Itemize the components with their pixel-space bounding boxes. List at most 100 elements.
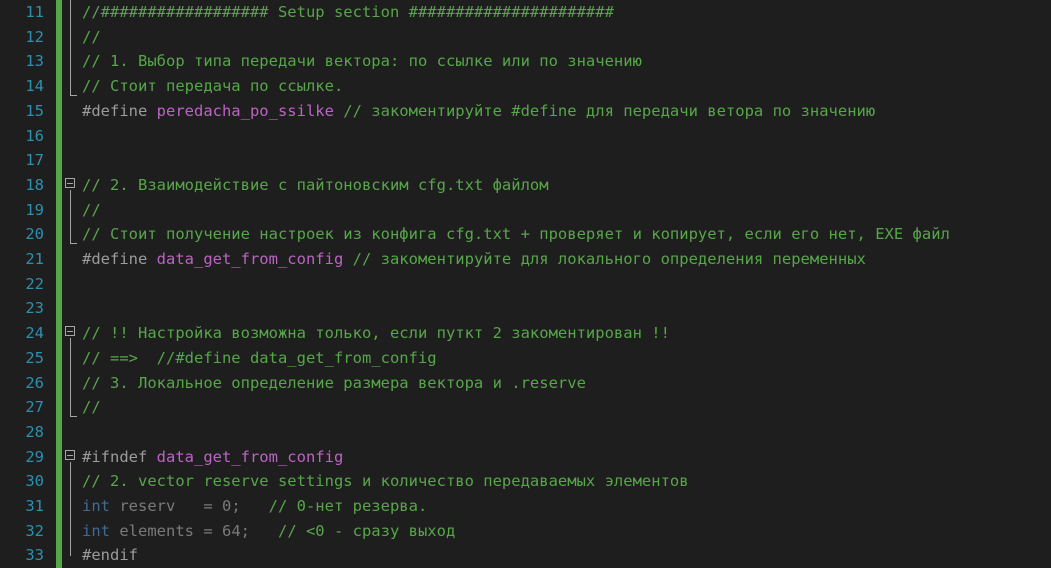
code-line[interactable]: 29 #ifndef data_get_from_config <box>0 445 1051 470</box>
code-text[interactable]: //################## Setup section #####… <box>82 0 614 25</box>
code-token: #endif <box>82 546 138 565</box>
code-line[interactable]: 28 <box>0 420 1051 445</box>
fold-guide-end <box>70 95 77 96</box>
code-text[interactable]: // 3. Локальное определение размера вект… <box>82 371 586 396</box>
code-token: reserv = 0; <box>110 497 269 515</box>
code-text[interactable]: #define data_get_from_config // закомент… <box>82 247 866 272</box>
code-line[interactable]: 17 <box>0 148 1051 173</box>
code-line[interactable]: 16 <box>0 124 1051 149</box>
code-line[interactable]: 25 // ==> //#define data_get_from_config <box>0 346 1051 371</box>
code-token: // Стоит получение настроек из конфига c… <box>82 225 950 244</box>
code-line[interactable]: 21 #define data_get_from_config // закоме… <box>0 247 1051 272</box>
code-text[interactable]: // 1. Выбор типа передачи вектора: по сс… <box>82 49 642 74</box>
line-number: 31 <box>25 497 44 515</box>
code-token: // закоментируйте #define для передачи в… <box>333 101 876 120</box>
code-text[interactable]: // <box>82 395 101 420</box>
line-number: 14 <box>25 77 44 96</box>
code-text[interactable]: // <box>82 198 101 223</box>
code-line[interactable]: 33 #endif <box>0 543 1051 568</box>
code-editor[interactable]: 11 //################## Setup section ###… <box>0 0 1051 568</box>
code-token: // !! Настройка возможна только, если пу… <box>82 324 670 343</box>
code-token: // <box>82 200 101 219</box>
code-token: // <box>82 27 101 46</box>
code-line[interactable]: 20 // Стоит получение настроек из конфига… <box>0 222 1051 247</box>
line-number: 33 <box>25 546 44 565</box>
code-text[interactable]: int elements = 64; // <0 - сразу выход <box>82 519 455 544</box>
line-number: 13 <box>25 52 44 71</box>
line-number: 12 <box>25 27 44 46</box>
code-token: // Стоит передача по ссылке. <box>82 77 344 96</box>
line-number: 26 <box>25 373 44 392</box>
code-token: peredacha_po_ssilke <box>156 101 334 120</box>
code-text[interactable]: // Стоит передача по ссылке. <box>82 74 343 99</box>
code-line[interactable]: 31 int reserv = 0; // 0-нет резерва. <box>0 494 1051 519</box>
code-line[interactable]: 27 // <box>0 395 1051 420</box>
code-line[interactable]: 14 // Стоит передача по ссылке. <box>0 74 1051 99</box>
line-number: 32 <box>25 521 44 540</box>
line-number: 22 <box>25 274 44 293</box>
line-number: 25 <box>25 348 44 367</box>
line-number: 16 <box>25 126 44 145</box>
code-token: #define <box>82 101 157 120</box>
code-token: // ==> //#define data_get_from_config <box>82 348 437 367</box>
line-number: 24 <box>25 324 44 343</box>
code-line[interactable]: 18 // 2. Взаимодействие с пайтоновским cf… <box>0 173 1051 198</box>
fold-guide-line <box>70 0 71 95</box>
code-token: int <box>82 497 110 515</box>
code-token: #define <box>82 250 157 268</box>
code-line[interactable]: 23 <box>0 296 1051 321</box>
code-token: // 2. vector reserve settings и количест… <box>82 472 689 491</box>
line-number: 20 <box>25 225 44 244</box>
code-line[interactable]: 11 //################## Setup section ###… <box>0 0 1051 25</box>
code-text[interactable]: // Стоит получение настроек из конфига c… <box>82 222 950 247</box>
code-token: elements = 64; <box>110 521 278 540</box>
line-number: 15 <box>25 101 44 120</box>
code-text[interactable]: // 2. Взаимодействие с пайтоновским cfg.… <box>82 173 549 198</box>
code-text[interactable]: #endif <box>82 543 138 568</box>
code-text[interactable]: int reserv = 0; // 0-нет резерва. <box>82 494 427 519</box>
code-token: #ifndef <box>82 447 157 466</box>
collapse-region-icon[interactable] <box>65 178 75 188</box>
code-line[interactable]: 12 // <box>0 25 1051 50</box>
code-line[interactable]: 30 // 2. vector reserve settings и количе… <box>0 469 1051 494</box>
fold-guide-end <box>70 416 77 417</box>
collapse-region-icon[interactable] <box>65 326 75 336</box>
line-number: 29 <box>25 447 44 466</box>
code-line[interactable]: 26 // 3. Локальное определение размера ве… <box>0 371 1051 396</box>
code-token: // 2. Взаимодействие с пайтоновским cfg.… <box>82 175 549 194</box>
fold-guide-line <box>70 338 71 416</box>
code-token: //################## Setup section #####… <box>82 3 614 21</box>
code-token: // <0 - сразу выход <box>277 521 456 540</box>
code-text[interactable]: // 2. vector reserve settings и количест… <box>82 469 689 494</box>
code-line[interactable]: 19 // <box>0 198 1051 223</box>
line-number: 27 <box>25 398 44 417</box>
line-number: 21 <box>25 250 44 268</box>
code-text[interactable]: #define peredacha_po_ssilke // закоменти… <box>82 99 875 124</box>
code-line[interactable]: 22 <box>0 272 1051 297</box>
code-token: // 0-нет резерва. <box>268 497 428 515</box>
fold-guide-line <box>70 190 71 243</box>
code-text[interactable]: // ==> //#define data_get_from_config <box>82 346 437 371</box>
code-text[interactable]: // !! Настройка возможна только, если пу… <box>82 321 670 346</box>
collapse-region-icon[interactable] <box>65 450 75 460</box>
code-token: int <box>82 521 110 540</box>
line-number: 17 <box>25 151 44 170</box>
code-token: data_get_from_config <box>156 250 344 268</box>
code-line[interactable]: 24 // !! Настройка возможна только, если … <box>0 321 1051 346</box>
code-line[interactable]: 32 int elements = 64; // <0 - сразу выход <box>0 519 1051 544</box>
code-token: // закоментируйте для локального определ… <box>343 250 866 268</box>
line-number: 19 <box>25 200 44 219</box>
code-token: // 3. Локальное определение размера вект… <box>82 373 586 392</box>
line-number: 18 <box>25 175 44 194</box>
fold-guide-line <box>70 462 71 556</box>
code-line[interactable]: 15 #define peredacha_po_ssilke // закомен… <box>0 99 1051 124</box>
code-token: data_get_from_config <box>156 447 344 466</box>
code-line[interactable]: 13 // 1. Выбор типа передачи вектора: по … <box>0 49 1051 74</box>
code-token: // <box>82 398 101 417</box>
line-number: 30 <box>25 472 44 491</box>
line-number: 28 <box>25 422 44 441</box>
code-text[interactable]: #ifndef data_get_from_config <box>82 445 343 470</box>
code-text[interactable]: // <box>82 25 101 50</box>
line-number: 11 <box>25 3 44 21</box>
fold-guide-end <box>70 243 77 244</box>
